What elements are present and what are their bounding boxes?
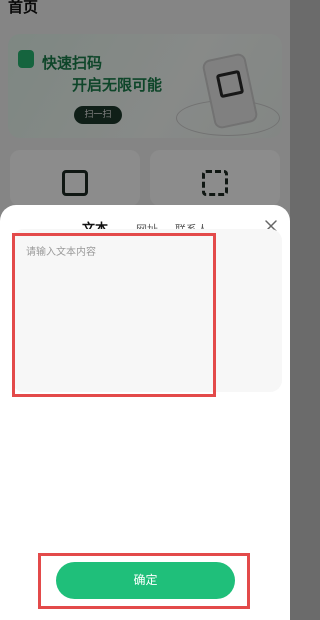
text-content-input[interactable]: [12, 229, 282, 392]
confirm-button[interactable]: 确定: [56, 562, 235, 599]
text-input-box: [12, 229, 282, 392]
